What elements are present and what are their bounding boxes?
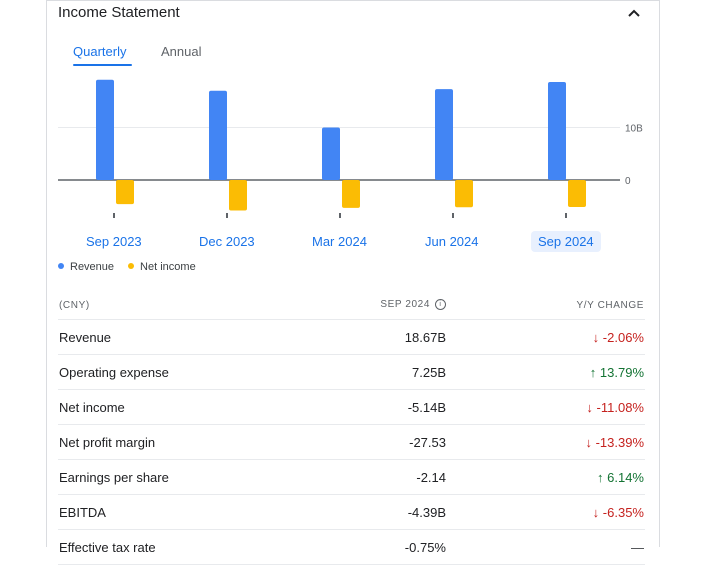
- income-table: (CNY) SEP 2024 i Y/Y CHANGE Revenue 18.67B…: [58, 291, 645, 565]
- trend-arrow-icon: ↓: [585, 434, 596, 450]
- x-axis-label[interactable]: Sep 2024: [531, 231, 601, 252]
- chart-legend: Revenue Net income: [58, 261, 196, 273]
- row-change: ↓ -13.39%: [447, 424, 645, 460]
- trend-arrow-icon: ↓: [592, 329, 603, 345]
- trend-arrow-icon: ↑: [589, 364, 600, 380]
- table-row[interactable]: Operating expense 7.25B ↑ 13.79%: [58, 354, 645, 390]
- revenue-bar[interactable]: [322, 127, 340, 181]
- row-label: Revenue: [58, 319, 285, 355]
- table-row[interactable]: Net profit margin -27.53 ↓ -13.39%: [58, 424, 645, 460]
- revenue-bar[interactable]: [548, 81, 566, 180]
- net-income-bar[interactable]: [116, 180, 134, 205]
- revenue-bar[interactable]: [435, 89, 453, 180]
- net-income-bar[interactable]: [568, 180, 586, 207]
- row-change: ↑ 6.14%: [447, 459, 645, 495]
- table-row[interactable]: EBITDA -4.39B ↓ -6.35%: [58, 494, 645, 530]
- x-axis-label[interactable]: Mar 2024: [305, 231, 374, 252]
- row-change: ↓ -2.06%: [447, 319, 645, 355]
- legend-item-revenue: Revenue: [58, 261, 114, 273]
- row-value: 7.25B: [285, 354, 447, 390]
- table-header-row: (CNY) SEP 2024 i Y/Y CHANGE: [58, 291, 645, 320]
- header-period: SEP 2024 i: [285, 291, 447, 320]
- row-label: Operating expense: [58, 354, 285, 390]
- legend-dot-revenue: [58, 263, 64, 270]
- x-axis-label[interactable]: Jun 2024: [418, 231, 486, 252]
- table-row[interactable]: Effective tax rate -0.75% —: [58, 529, 645, 565]
- row-value: 18.67B: [285, 319, 447, 355]
- income-chart: 10B 0: [58, 79, 643, 218]
- y-tick-label: 0: [625, 176, 631, 187]
- row-label: Net income: [58, 389, 285, 425]
- info-icon[interactable]: i: [435, 299, 446, 311]
- net-income-bar[interactable]: [229, 180, 247, 211]
- trend-arrow-icon: ↓: [586, 399, 597, 415]
- row-label: Effective tax rate: [58, 529, 285, 565]
- header-currency: (CNY): [58, 291, 285, 320]
- header-change: Y/Y CHANGE: [447, 291, 645, 320]
- net-income-bar[interactable]: [342, 180, 360, 208]
- row-change: ↑ 13.79%: [447, 354, 645, 390]
- row-label: Net profit margin: [58, 424, 285, 460]
- legend-label-revenue: Revenue: [70, 261, 115, 273]
- net-income-bar[interactable]: [455, 180, 473, 208]
- x-axis-label[interactable]: Dec 2023: [192, 231, 262, 252]
- table-row[interactable]: Revenue 18.67B ↓ -2.06%: [58, 319, 645, 355]
- trend-arrow-icon: ↓: [592, 504, 603, 520]
- row-change: ↓ -11.08%: [447, 389, 645, 425]
- row-value: -2.14: [285, 459, 447, 495]
- table-row[interactable]: Earnings per share -2.14 ↑ 6.14%: [58, 459, 645, 495]
- row-value: -4.39B: [285, 494, 447, 530]
- revenue-bar[interactable]: [209, 90, 227, 180]
- revenue-bar[interactable]: [96, 79, 114, 180]
- row-value: -0.75%: [285, 529, 447, 565]
- trend-arrow-icon: ↑: [597, 469, 608, 485]
- legend-item-net-income: Net income: [128, 261, 196, 273]
- table-row[interactable]: Net income -5.14B ↓ -11.08%: [58, 389, 645, 425]
- legend-label-net-income: Net income: [140, 261, 196, 273]
- row-value: -27.53: [285, 424, 447, 460]
- x-axis-label[interactable]: Sep 2023: [79, 231, 149, 252]
- y-tick-label: 10B: [625, 124, 643, 135]
- row-label: Earnings per share: [58, 459, 285, 495]
- row-value: -5.14B: [285, 389, 447, 425]
- row-change: ↓ -6.35%: [447, 494, 645, 530]
- row-change: —: [447, 529, 645, 565]
- legend-dot-net-income: [128, 263, 135, 270]
- row-label: EBITDA: [58, 494, 285, 530]
